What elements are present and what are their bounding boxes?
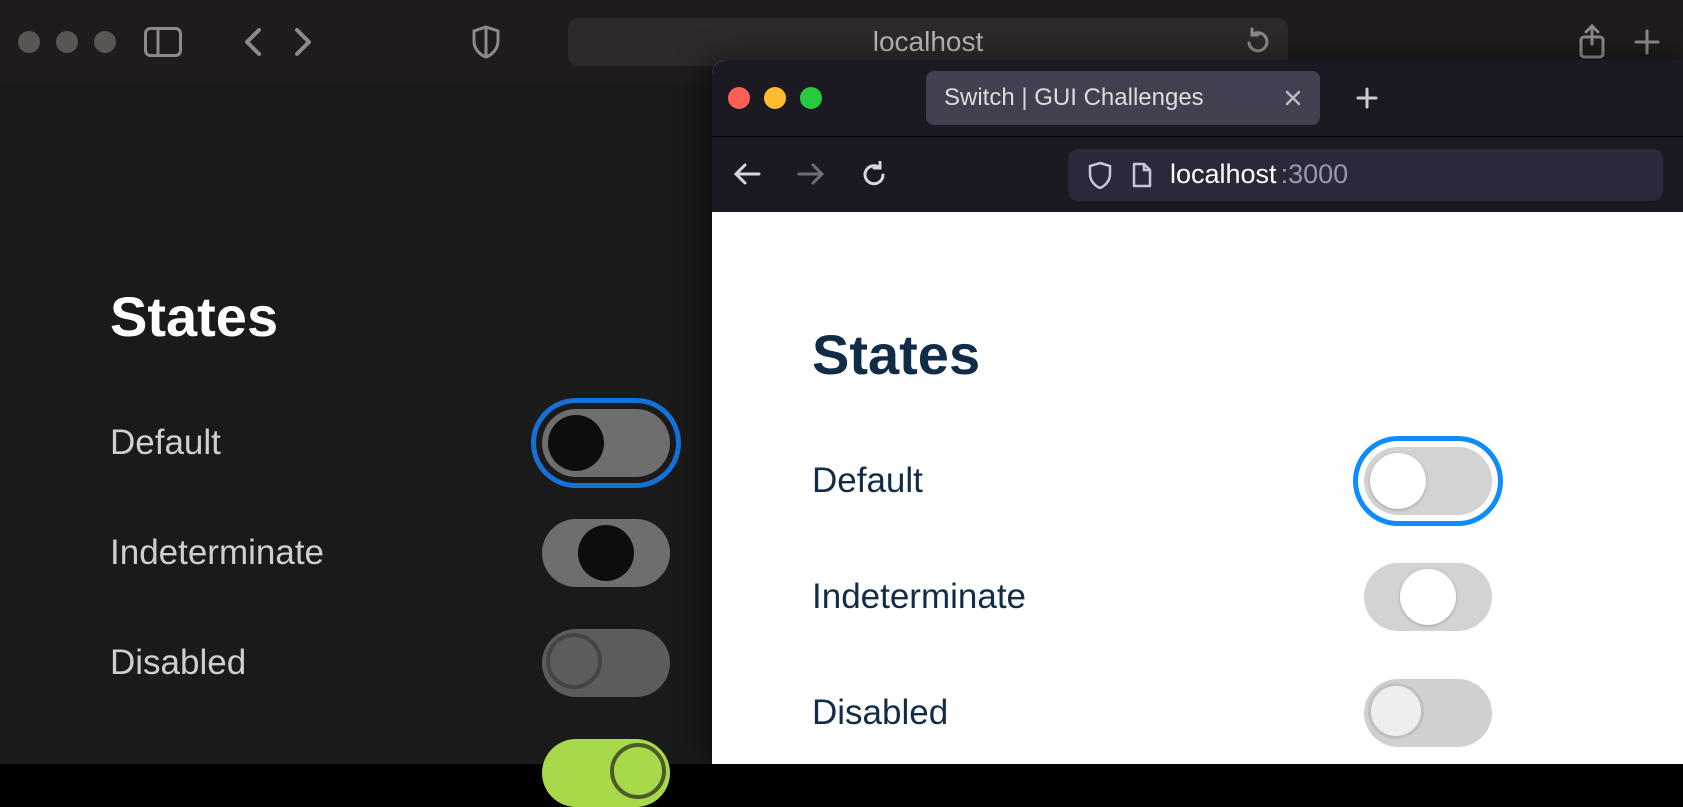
firefox-page-content: States Default Indeterminate Disabled <box>712 212 1683 747</box>
firefox-nav-toolbar: localhost:3000 <box>712 136 1683 212</box>
share-icon[interactable] <box>1577 24 1607 60</box>
switch-default[interactable] <box>542 409 670 477</box>
switch-label: Default <box>812 461 923 501</box>
switch-row-default: Default <box>110 409 670 477</box>
shield-icon[interactable] <box>1088 161 1112 189</box>
privacy-shield-icon[interactable] <box>472 25 500 59</box>
switch-thumb <box>546 633 602 689</box>
close-tab-icon[interactable] <box>1284 89 1302 107</box>
new-tab-icon[interactable] <box>1354 85 1380 111</box>
browser-tab[interactable]: Switch | GUI Challenges <box>926 71 1320 125</box>
forward-icon <box>796 161 826 189</box>
back-icon[interactable] <box>242 27 264 57</box>
url-host: localhost <box>1170 159 1277 190</box>
firefox-traffic-lights[interactable] <box>728 87 822 109</box>
switch-thumb <box>578 525 634 581</box>
switch-row-disabled: Disabled <box>110 629 670 697</box>
switch-row-disabled: Disabled <box>812 679 1492 747</box>
switch-row-indeterminate: Indeterminate <box>812 563 1492 631</box>
close-icon[interactable] <box>728 87 750 109</box>
switch-default[interactable] <box>1364 447 1492 515</box>
switch-label: Indeterminate <box>812 577 1026 617</box>
switch-row-default: Default <box>812 447 1492 515</box>
maximize-icon[interactable] <box>94 31 116 53</box>
firefox-tab-strip: Switch | GUI Challenges <box>712 60 1683 136</box>
switch-label: Disabled <box>812 693 948 733</box>
firefox-address-bar[interactable]: localhost:3000 <box>1068 149 1663 201</box>
firefox-window: Switch | GUI Challenges localhost:3000 S… <box>712 60 1683 764</box>
switch-label: Indeterminate <box>110 533 324 573</box>
reload-icon[interactable] <box>860 161 888 189</box>
close-icon[interactable] <box>18 31 40 53</box>
switch-disabled <box>542 629 670 697</box>
url-port: :3000 <box>1281 159 1349 190</box>
tab-title: Switch | GUI Challenges <box>944 84 1204 112</box>
switch-row-checked <box>110 739 670 807</box>
forward-icon[interactable] <box>292 27 314 57</box>
switch-thumb <box>610 743 666 799</box>
minimize-icon[interactable] <box>764 87 786 109</box>
page-title: States <box>812 322 1683 387</box>
switch-thumb <box>548 415 604 471</box>
sidebar-icon[interactable] <box>144 27 182 57</box>
switch-indeterminate[interactable] <box>1364 563 1492 631</box>
minimize-icon[interactable] <box>56 31 78 53</box>
reload-icon[interactable] <box>1244 27 1270 57</box>
safari-traffic-lights[interactable] <box>18 31 116 53</box>
switch-thumb <box>1400 569 1456 625</box>
switch-thumb <box>1370 453 1426 509</box>
safari-nav <box>242 27 314 57</box>
switch-label: Default <box>110 423 221 463</box>
maximize-icon[interactable] <box>800 87 822 109</box>
new-tab-icon[interactable] <box>1633 28 1661 56</box>
switch-row-indeterminate: Indeterminate <box>110 519 670 587</box>
firefox-nav-buttons <box>732 161 888 189</box>
page-icon <box>1130 162 1152 188</box>
safari-url-text: localhost <box>873 26 984 58</box>
safari-address-bar[interactable]: localhost <box>568 18 1288 66</box>
switch-thumb <box>1368 683 1424 739</box>
switch-label: Disabled <box>110 643 246 683</box>
switch-disabled <box>1364 679 1492 747</box>
back-icon[interactable] <box>732 161 762 189</box>
switch-checked[interactable] <box>542 739 670 807</box>
switch-indeterminate[interactable] <box>542 519 670 587</box>
